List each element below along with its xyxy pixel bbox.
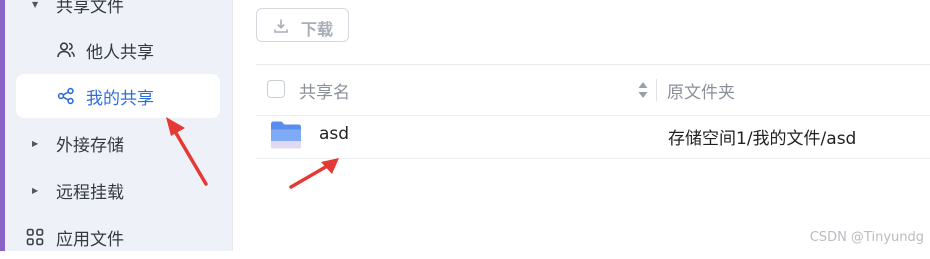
watermark: CSDN @Tinyundg bbox=[809, 230, 924, 245]
sidebar: ▼ 共享文件 他人共享 我的共享 ▶ 外接存储 ▶ 远程挂载 应用文件 bbox=[5, 0, 233, 251]
sidebar-item-others-shared[interactable]: 他人共享 bbox=[5, 28, 232, 72]
sidebar-item-label: 应用文件 bbox=[56, 229, 124, 250]
table-header: 共享名 原文件夹 bbox=[256, 64, 930, 116]
download-label: 下载 bbox=[301, 22, 334, 39]
column-divider[interactable] bbox=[656, 79, 657, 101]
sort-icon[interactable] bbox=[637, 79, 649, 101]
caret-right-icon: ▶ bbox=[32, 138, 39, 148]
main-panel: 下载 共享名 原文件夹 asd 存储空间1/我的文件/asd bbox=[233, 0, 930, 251]
sidebar-item-shared-files[interactable]: ▼ 共享文件 bbox=[5, 0, 232, 17]
apps-grid-icon bbox=[25, 227, 45, 247]
sidebar-item-label: 他人共享 bbox=[86, 42, 154, 63]
sidebar-item-label: 远程挂载 bbox=[56, 182, 124, 203]
folder-icon bbox=[270, 120, 302, 150]
download-button[interactable]: 下载 bbox=[256, 8, 349, 42]
select-all-checkbox[interactable] bbox=[267, 80, 285, 98]
source-folder-cell: 存储空间1/我的文件/asd bbox=[668, 129, 857, 149]
users-icon bbox=[56, 40, 76, 60]
sidebar-item-external-storage[interactable]: ▶ 外接存储 bbox=[5, 121, 232, 165]
share-icon bbox=[56, 86, 76, 106]
column-header-source-folder[interactable]: 原文件夹 bbox=[667, 78, 735, 103]
sidebar-item-remote-mount[interactable]: ▶ 远程挂载 bbox=[5, 168, 232, 212]
sidebar-item-label: 共享文件 bbox=[56, 0, 124, 17]
sidebar-item-my-shares[interactable]: 我的共享 bbox=[16, 74, 220, 118]
share-name-cell[interactable]: asd bbox=[319, 124, 349, 144]
sidebar-item-label: 我的共享 bbox=[86, 88, 154, 109]
sidebar-item-app-files[interactable]: 应用文件 bbox=[5, 215, 232, 259]
table-row[interactable]: asd 存储空间1/我的文件/asd bbox=[256, 114, 930, 159]
download-icon bbox=[273, 18, 289, 39]
column-header-share-name[interactable]: 共享名 bbox=[299, 78, 350, 103]
caret-right-icon: ▶ bbox=[32, 185, 39, 195]
sidebar-item-label: 外接存储 bbox=[56, 135, 124, 156]
caret-down-icon: ▼ bbox=[32, 0, 39, 9]
